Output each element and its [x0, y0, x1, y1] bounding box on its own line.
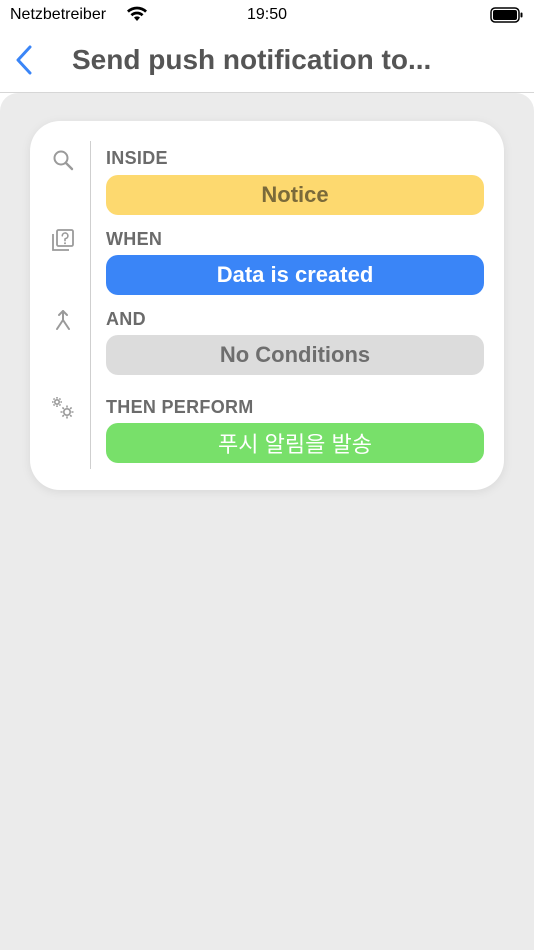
step-label-inside: INSIDE — [106, 148, 168, 168]
step-label-and: AND — [106, 309, 146, 329]
navigation-bar: Send push notification to... — [0, 30, 534, 93]
screen: Netzbetreiber 19:50 Send push notificati… — [0, 0, 534, 950]
clock: 19:50 — [246, 6, 288, 23]
search-icon — [50, 147, 76, 173]
status-bar: Netzbetreiber 19:50 — [0, 0, 534, 30]
back-button[interactable] — [6, 42, 42, 82]
gears-icon — [50, 395, 76, 421]
and-value-button[interactable]: No Conditions — [106, 335, 484, 375]
step-label-then-perform: THEN PERFORM — [106, 397, 254, 417]
step-label-when: WHEN — [106, 229, 163, 249]
merge-arrow-icon — [50, 307, 76, 333]
then-perform-value-button[interactable]: 푸시 알림을 발송 — [106, 423, 484, 463]
battery-icon — [490, 7, 524, 23]
when-value-button[interactable]: Data is created — [106, 255, 484, 295]
chevron-left-icon — [15, 45, 33, 80]
step-divider — [90, 141, 91, 469]
content-area: INSIDE Notice WHEN Data is created AND N… — [0, 93, 534, 950]
inside-value-button[interactable]: Notice — [106, 175, 484, 215]
question-card-icon — [50, 227, 76, 253]
page-title: Send push notification to... — [72, 44, 432, 75]
automation-card: INSIDE Notice WHEN Data is created AND N… — [30, 121, 504, 490]
